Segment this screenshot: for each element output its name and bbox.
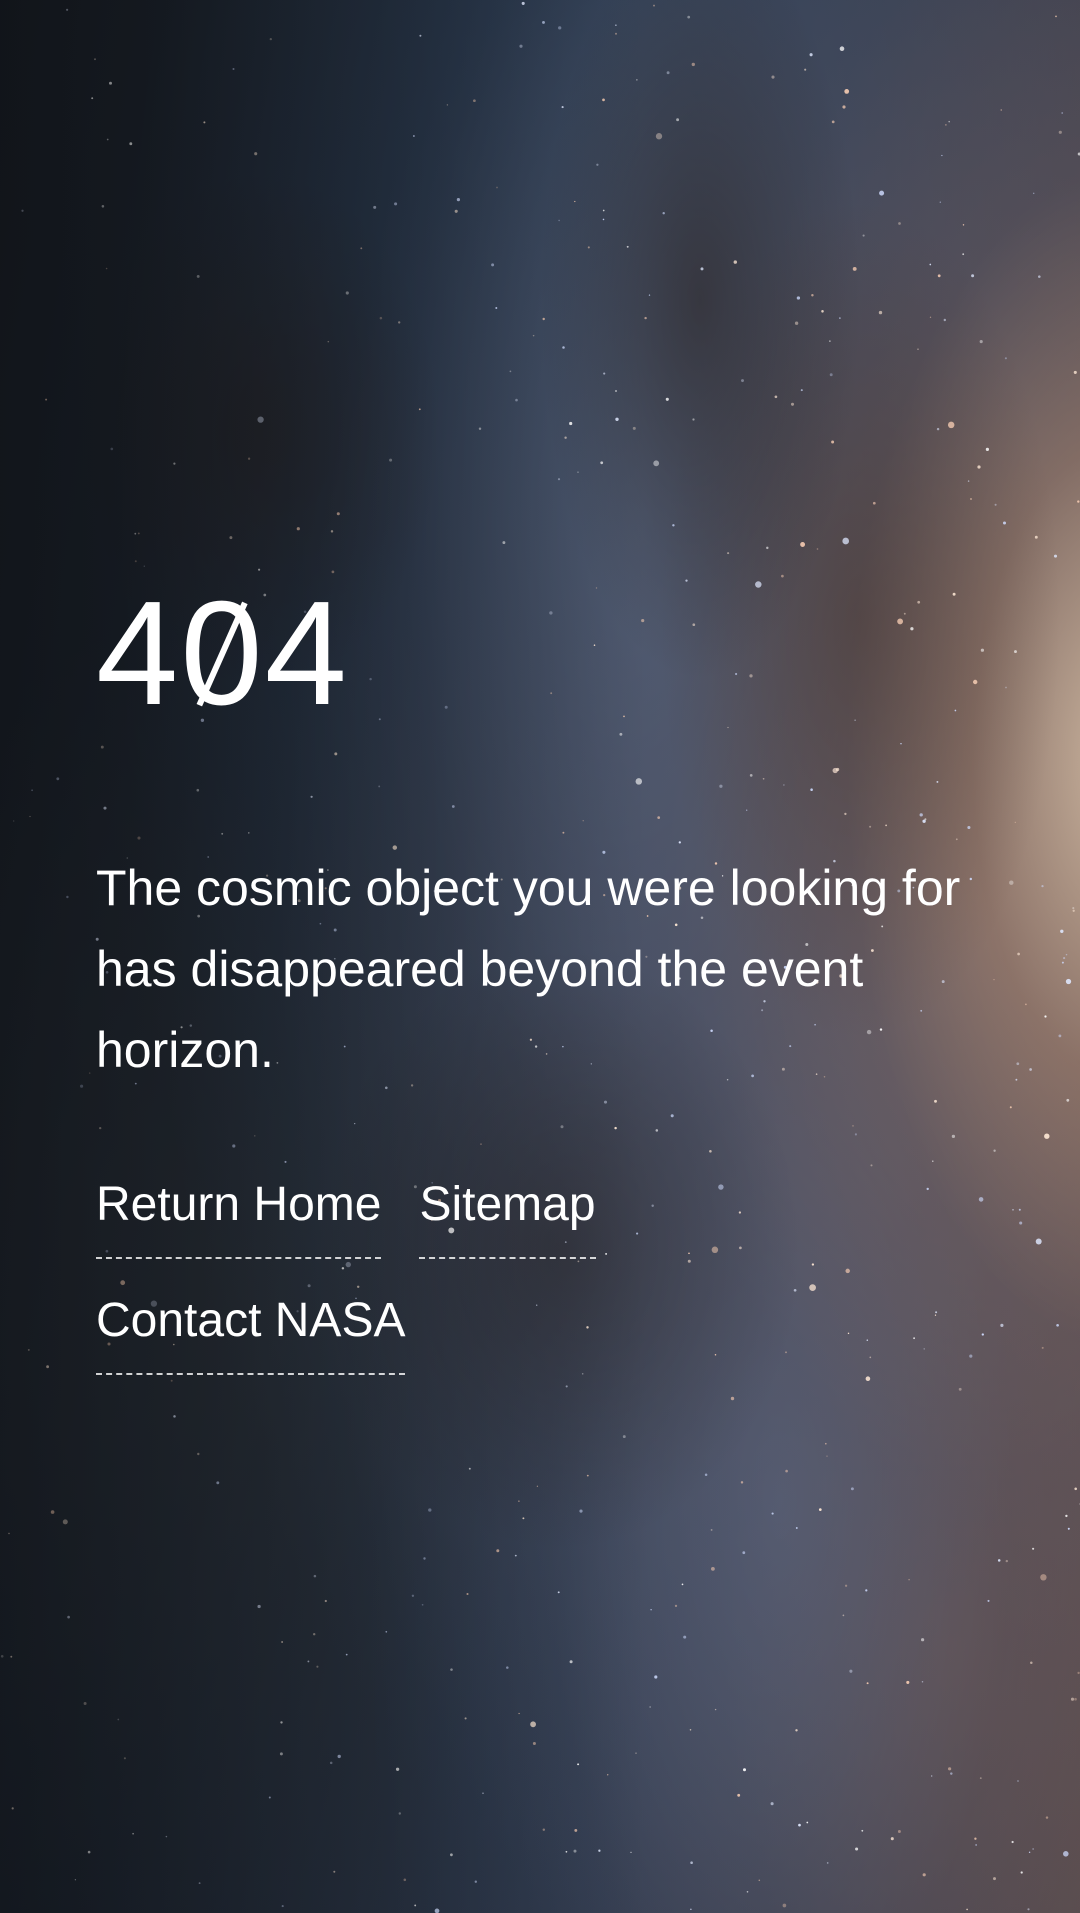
error-code-digit-3: 4: [264, 571, 349, 736]
error-message: The cosmic object you were looking for h…: [96, 860, 961, 1078]
sitemap-link[interactable]: Sitemap: [419, 1181, 596, 1259]
return-home-link[interactable]: Return Home: [96, 1181, 382, 1259]
error-links-nav: Return Home Sitemap Contact NASA: [96, 1181, 736, 1375]
error-code-digit-2: 0: [180, 580, 264, 728]
error-code-heading: 4 0 4: [96, 580, 996, 728]
error-page: 4 0 4 The cosmic object you were looking…: [0, 0, 1080, 1913]
error-content: 4 0 4 The cosmic object you were looking…: [96, 580, 996, 1375]
contact-nasa-link[interactable]: Contact NASA: [96, 1297, 406, 1375]
error-code-digit-1: 4: [96, 571, 181, 736]
